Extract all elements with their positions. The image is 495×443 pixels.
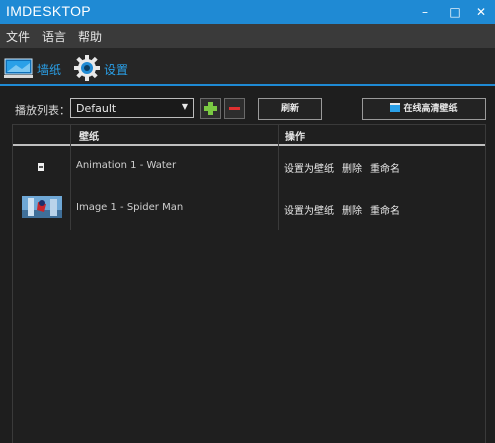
set-wallpaper-link[interactable]: 设置为壁纸 [284, 202, 334, 217]
playlist-label: 播放列表： [15, 104, 70, 117]
delete-link[interactable]: 删除 [342, 160, 362, 175]
add-playlist-button[interactable] [200, 98, 221, 119]
refresh-label: 刷新 [280, 104, 299, 114]
menu-help[interactable]: 帮助 [78, 28, 102, 45]
table-row[interactable]: Image 1 - Spider Man 设置为壁纸 删除 重命名 [13, 189, 485, 231]
minimize-icon: – [422, 5, 428, 19]
column-header-actions: 操作 [285, 132, 305, 143]
menu-file[interactable]: 文件 [6, 28, 30, 45]
wallpaper-name: Image 1 - Spider Man [76, 202, 184, 213]
online-wallpaper-label: 在线高清壁纸 [403, 104, 458, 114]
set-wallpaper-link[interactable]: 设置为壁纸 [284, 160, 334, 175]
plus-icon [204, 102, 217, 115]
tab-wallpaper-label: 墙纸 [37, 63, 62, 77]
menu-language[interactable]: 语言 [42, 28, 66, 45]
minimize-button[interactable]: – [410, 0, 440, 24]
table-header: 壁纸 操作 [13, 125, 485, 146]
rename-link[interactable]: 重命名 [370, 160, 400, 175]
table-row[interactable]: Animation 1 - Water 设置为壁纸 删除 重命名 [13, 147, 485, 189]
online-wallpaper-button[interactable]: 在线高清壁纸 [362, 98, 486, 120]
tab-underline [0, 84, 495, 86]
maximize-icon: □ [449, 5, 461, 19]
tab-settings-label: 设置 [104, 63, 129, 77]
delete-link[interactable]: 删除 [342, 202, 362, 217]
tab-settings[interactable]: 设置 [74, 55, 134, 83]
title-bar: IMDESKTOP – □ ✕ [0, 0, 495, 24]
remove-playlist-button[interactable] [224, 98, 245, 119]
file-icon [38, 163, 44, 171]
wallpaper-table: 壁纸 操作 Animation 1 - Water 设置为壁纸 删除 重命名 I… [12, 124, 486, 443]
minus-icon [229, 107, 240, 110]
column-header-wallpaper: 壁纸 [79, 132, 99, 143]
monitor-icon [4, 58, 33, 78]
tab-bar: 墙纸 设置 [0, 48, 495, 86]
playlist-select[interactable]: Default ▼ [70, 98, 194, 118]
wallpaper-thumbnail [22, 196, 62, 218]
playlist-select-value: Default [76, 102, 117, 115]
close-button[interactable]: ✕ [466, 0, 495, 24]
film-icon [390, 103, 401, 112]
close-icon: ✕ [475, 5, 487, 19]
chevron-down-icon: ▼ [181, 102, 188, 111]
gear-icon [74, 55, 100, 81]
refresh-button[interactable]: 刷新 [258, 98, 322, 120]
window-title: IMDESKTOP [6, 3, 91, 19]
tab-wallpaper[interactable]: 墙纸 [4, 55, 62, 83]
wallpaper-name: Animation 1 - Water [76, 160, 177, 171]
menu-bar: 文件 语言 帮助 [0, 24, 495, 48]
rename-link[interactable]: 重命名 [370, 202, 400, 217]
